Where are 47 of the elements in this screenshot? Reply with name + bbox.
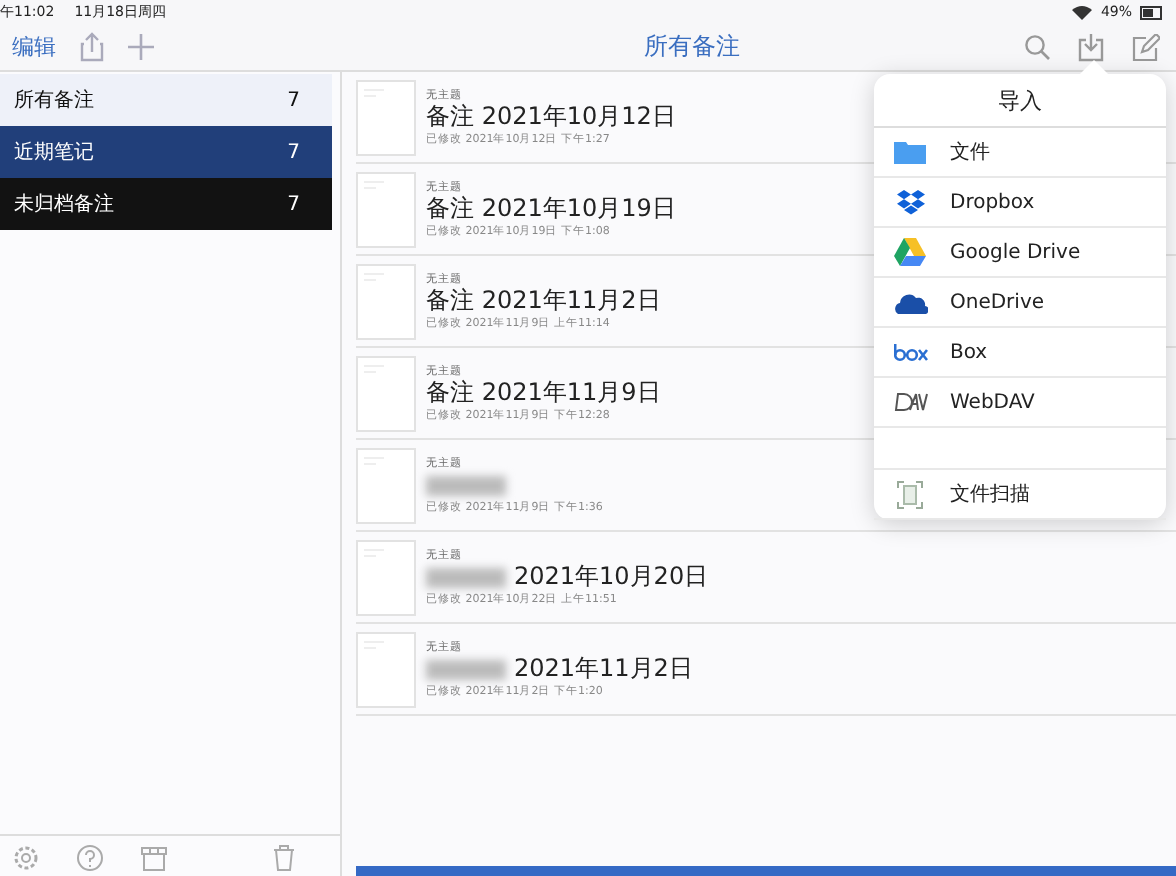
note-title[interactable]: 2021年11月2日 xyxy=(514,652,693,686)
note-thumbnail[interactable] xyxy=(356,631,416,707)
note-thumbnail[interactable] xyxy=(356,79,416,155)
note-title[interactable]: 备注 2021年11月9日 xyxy=(426,376,661,410)
webdav-icon xyxy=(893,392,927,412)
blurred-text xyxy=(426,567,506,587)
note-thumbnail[interactable] xyxy=(356,171,416,247)
import-option[interactable]: Google Drive xyxy=(874,228,1166,278)
note-title[interactable]: 备注 2021年11月2日 xyxy=(426,284,661,318)
wifi-icon xyxy=(1072,4,1093,20)
box-logo-icon xyxy=(893,343,927,361)
folder-icon xyxy=(894,140,926,164)
store-icon[interactable] xyxy=(140,844,168,872)
trash-icon[interactable] xyxy=(272,844,296,872)
scan-icon xyxy=(896,479,924,509)
page-title: 所有备注 xyxy=(642,30,742,64)
sidebar-item[interactable]: 未归档备注 7 xyxy=(0,178,332,230)
search-icon[interactable] xyxy=(1024,34,1050,60)
import-option[interactable]: OneDrive xyxy=(874,278,1166,328)
note-title[interactable]: 备注 2021年10月12日 xyxy=(426,100,676,134)
edit-button[interactable]: 编辑 xyxy=(12,32,56,62)
scan-option[interactable]: 文件扫描 xyxy=(874,470,1166,520)
blurred-text xyxy=(426,659,506,679)
compose-icon[interactable] xyxy=(1132,33,1160,61)
drive-icon xyxy=(894,238,926,266)
help-icon[interactable] xyxy=(76,844,104,872)
import-option[interactable]: 文件 xyxy=(874,128,1166,178)
note-title[interactable]: 2021年10月20日 xyxy=(514,560,709,594)
blurred-text xyxy=(426,475,506,495)
note-thumbnail[interactable] xyxy=(356,263,416,339)
import-option[interactable]: Dropbox xyxy=(874,178,1166,228)
popover-title: 导入 xyxy=(874,74,1166,128)
settings-icon[interactable] xyxy=(12,844,40,872)
dropbox-icon xyxy=(895,189,925,215)
battery-icon xyxy=(1140,5,1164,19)
note-title[interactable]: 备注 2021年10月19日 xyxy=(426,192,676,226)
import-option[interactable]: WebDAV xyxy=(874,378,1166,428)
import-option[interactable]: Box xyxy=(874,328,1166,378)
sidebar-item[interactable]: 所有备注 7 xyxy=(0,74,332,126)
cloud-icon xyxy=(893,291,927,313)
note-thumbnail[interactable] xyxy=(356,355,416,431)
share-icon[interactable] xyxy=(80,32,104,62)
sidebar-item[interactable]: 近期笔记 7 xyxy=(0,126,332,178)
note-thumbnail[interactable] xyxy=(356,447,416,523)
note-thumbnail[interactable] xyxy=(356,539,416,615)
import-icon[interactable] xyxy=(1078,32,1104,62)
add-icon[interactable] xyxy=(128,34,154,60)
